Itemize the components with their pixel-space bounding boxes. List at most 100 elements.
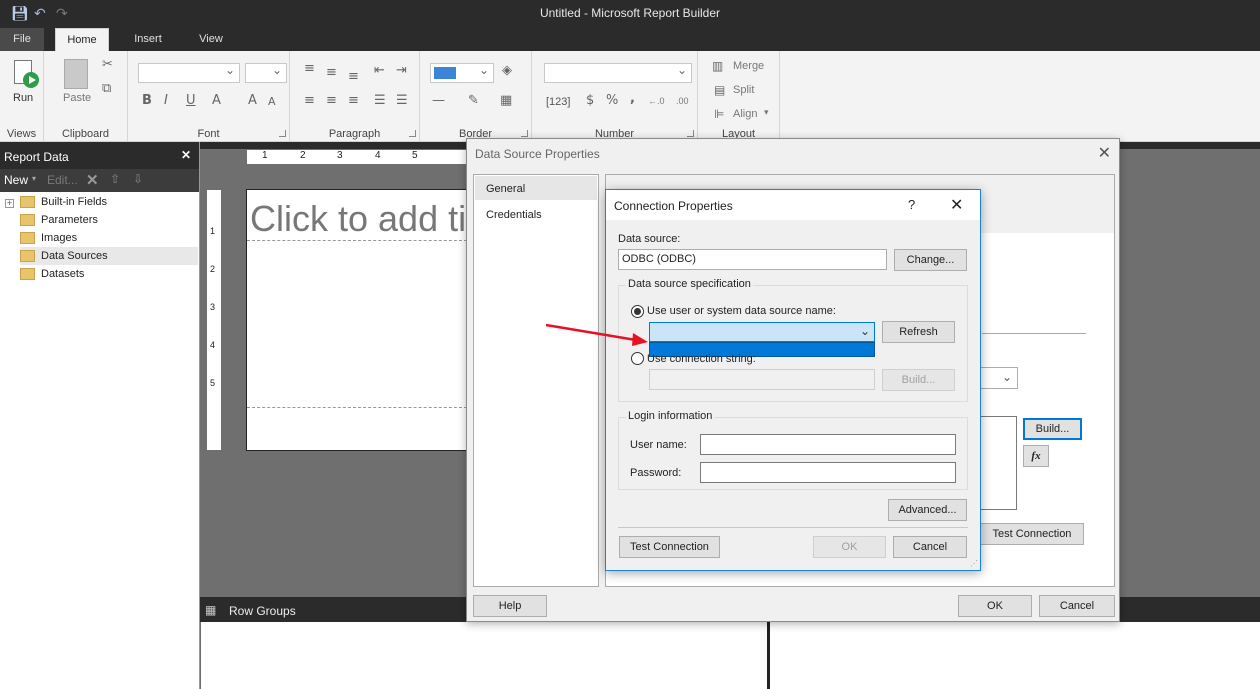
nav-item-credentials[interactable]: Credentials (475, 202, 597, 226)
user-name-input[interactable] (700, 434, 956, 455)
tree-item-built-in-fields[interactable]: Built-in Fields (20, 193, 198, 211)
paste-button[interactable]: Paste (63, 92, 91, 104)
decrease-decimal-button[interactable]: .00 (676, 96, 689, 106)
placeholder-styles-button[interactable]: [123] (546, 96, 570, 108)
tab-file[interactable]: File (0, 28, 44, 51)
bullets-icon[interactable]: ☰ (374, 93, 386, 108)
font-size-combo[interactable] (245, 63, 287, 83)
report-page[interactable]: Click to add title (246, 189, 468, 451)
run-button[interactable]: Run (13, 92, 33, 104)
cut-icon[interactable]: ✂ (102, 57, 113, 72)
italic-button[interactable]: I (164, 93, 168, 108)
edit-button[interactable]: Edit... (47, 173, 78, 187)
align-left-icon[interactable]: ≡ (304, 93, 315, 108)
advanced-button[interactable]: Advanced... (888, 499, 967, 521)
align-dropdown-icon[interactable]: ▾ (764, 107, 769, 118)
connection-type-combo[interactable]: ⌄ (980, 367, 1018, 389)
use-dsn-radio[interactable] (631, 305, 644, 318)
move-down-icon[interactable]: ⇩ (133, 172, 143, 186)
group-views: Run Views (0, 51, 44, 142)
password-input[interactable] (700, 462, 956, 483)
percent-button[interactable]: % (606, 93, 618, 108)
ok-button[interactable]: OK (958, 595, 1032, 617)
split-icon: ▤ (714, 83, 726, 97)
merge-icon: ▥ (712, 59, 724, 73)
numbering-icon[interactable]: ☰ (396, 93, 408, 108)
tab-view[interactable]: View (186, 28, 236, 51)
tab-home[interactable]: Home (55, 28, 109, 51)
shrink-font-button[interactable]: A (268, 95, 276, 108)
decrease-indent-icon[interactable]: ⇤ (374, 63, 385, 78)
use-connection-string-radio[interactable] (631, 352, 644, 365)
cancel-button[interactable]: Cancel (893, 536, 967, 558)
copy-icon[interactable]: ⧉ (102, 81, 111, 96)
close-icon[interactable]: ✕ (181, 148, 191, 162)
help-icon[interactable]: ? (908, 197, 915, 212)
border-width-combo[interactable] (430, 63, 494, 83)
split-button[interactable]: Split (733, 84, 754, 96)
grow-font-button[interactable]: A (248, 93, 257, 108)
group-number: [123] $ % , ←.0 .00 Number (532, 51, 698, 142)
tree-item-images[interactable]: Images (20, 229, 198, 247)
align-top-icon[interactable]: ≡ (304, 61, 315, 76)
font-color-button[interactable]: A (212, 93, 221, 108)
border-icon[interactable]: ▦ (500, 93, 512, 108)
increase-decimal-button[interactable]: ←.0 (648, 96, 665, 106)
new-dropdown-icon[interactable]: ▾ (32, 174, 36, 183)
border-dialog-launcher[interactable] (521, 130, 528, 137)
new-button[interactable]: New (4, 173, 28, 187)
close-icon[interactable]: ✕ (1098, 143, 1111, 163)
ruler-label: 2 (210, 264, 216, 274)
build-button[interactable]: Build... (1023, 418, 1082, 440)
close-icon[interactable]: ✕ (950, 195, 963, 215)
dsn-combo[interactable]: ⌄ (649, 322, 875, 342)
number-format-combo[interactable] (544, 63, 692, 83)
expression-fx-button[interactable]: fx (1023, 445, 1049, 467)
report-title-placeholder[interactable]: Click to add title (250, 198, 466, 240)
nav-item-general[interactable]: General (475, 176, 597, 200)
align-right-icon[interactable]: ≡ (348, 93, 359, 108)
test-connection-button[interactable]: Test Connection (980, 523, 1084, 545)
delete-icon[interactable]: ✕ (86, 171, 99, 189)
font-name-combo[interactable] (138, 63, 240, 83)
align-center-icon[interactable]: ≡ (326, 93, 337, 108)
connection-string-field[interactable] (649, 369, 875, 390)
increase-indent-icon[interactable]: ⇥ (396, 63, 407, 78)
resize-grip-icon[interactable]: ⋰ (970, 559, 978, 568)
expand-icon[interactable]: + (5, 199, 14, 208)
test-connection-button[interactable]: Test Connection (619, 536, 720, 558)
tree-item-datasets[interactable]: Datasets (20, 265, 198, 283)
tab-insert[interactable]: Insert (122, 28, 174, 51)
border-color-icon[interactable]: ✎ (468, 93, 479, 108)
align-bottom-icon[interactable]: ≡ (348, 69, 359, 84)
dialog-nav: General Credentials (473, 174, 599, 587)
tree-item-label: Built-in Fields (41, 196, 108, 208)
build-button[interactable]: Build... (882, 369, 955, 391)
help-button[interactable]: Help (473, 595, 547, 617)
align-button[interactable]: Align (733, 108, 757, 120)
merge-button[interactable]: Merge (733, 60, 764, 72)
number-dialog-launcher[interactable] (687, 130, 694, 137)
font-dialog-launcher[interactable] (279, 130, 286, 137)
comma-button[interactable]: , (630, 91, 635, 106)
connection-string-box[interactable] (980, 416, 1017, 510)
bold-button[interactable]: B (142, 93, 152, 108)
currency-button[interactable]: $ (586, 93, 594, 108)
underline-button[interactable]: U (186, 93, 196, 108)
tree-item-parameters[interactable]: Parameters (20, 211, 198, 229)
ok-button[interactable]: OK (813, 536, 886, 558)
paste-icon[interactable] (64, 59, 88, 89)
paragraph-dialog-launcher[interactable] (409, 130, 416, 137)
align-middle-icon[interactable]: ≡ (326, 65, 337, 80)
run-icon[interactable] (12, 60, 40, 90)
border-style-icon[interactable]: — (432, 93, 445, 108)
tree-item-data-sources[interactable]: Data Sources (20, 247, 198, 265)
user-name-label: User name: (630, 439, 687, 451)
grouping-splitter[interactable] (767, 622, 770, 689)
move-up-icon[interactable]: ⇧ (110, 172, 120, 186)
refresh-button[interactable]: Refresh (882, 321, 955, 343)
report-data-title: Report Data (4, 150, 69, 164)
change-button[interactable]: Change... (894, 249, 967, 271)
cancel-button[interactable]: Cancel (1039, 595, 1115, 617)
fill-color-icon[interactable]: ◈ (502, 63, 512, 78)
